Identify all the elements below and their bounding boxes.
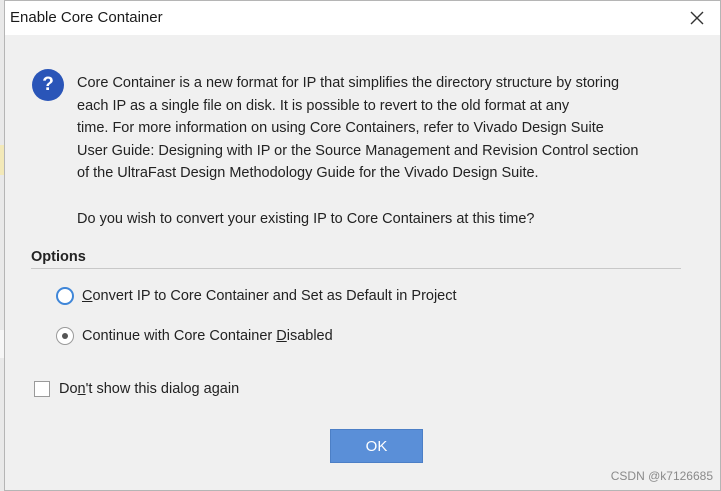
options-divider — [31, 268, 681, 269]
message-question: Do you wish to convert your existing IP … — [77, 210, 535, 227]
message-line: each IP as a single file on disk. It is … — [77, 97, 570, 114]
message-line: User Guide: Designing with IP or the Sou… — [77, 142, 639, 159]
message-line: Core Container is a new format for IP th… — [77, 75, 620, 91]
title-bar: Enable Core Container — [5, 1, 720, 35]
options-header: Options — [31, 249, 86, 265]
message-line: time. For more information on using Core… — [77, 120, 604, 136]
dont-show-option[interactable]: Don't show this dialog again — [34, 378, 239, 400]
dont-show-label: Don't show this dialog again — [59, 381, 240, 397]
close-button[interactable] — [674, 1, 720, 35]
convert-option[interactable]: Convert IP to Core Container and Set as … — [56, 285, 457, 307]
disable-label: Continue with Core Container Disabled — [82, 328, 333, 344]
message-text: Core Container is a new format for IP th… — [77, 72, 697, 230]
convert-label: Convert IP to Core Container and Set as … — [82, 288, 457, 304]
dont-show-checkbox[interactable] — [34, 381, 50, 397]
dialog-title: Enable Core Container — [10, 9, 163, 26]
close-icon — [690, 11, 704, 25]
convert-radio[interactable] — [56, 287, 74, 305]
message-line: of the UltraFast Design Methodology Guid… — [77, 165, 539, 181]
question-icon: ? — [32, 69, 64, 101]
ok-button[interactable]: OK — [330, 429, 423, 463]
enable-core-container-dialog: Enable Core Container ? Core Container i… — [4, 0, 721, 491]
disable-radio[interactable] — [56, 327, 74, 345]
watermark: CSDN @k7126685 — [610, 469, 713, 483]
disable-option[interactable]: Continue with Core Container Disabled — [56, 325, 333, 347]
